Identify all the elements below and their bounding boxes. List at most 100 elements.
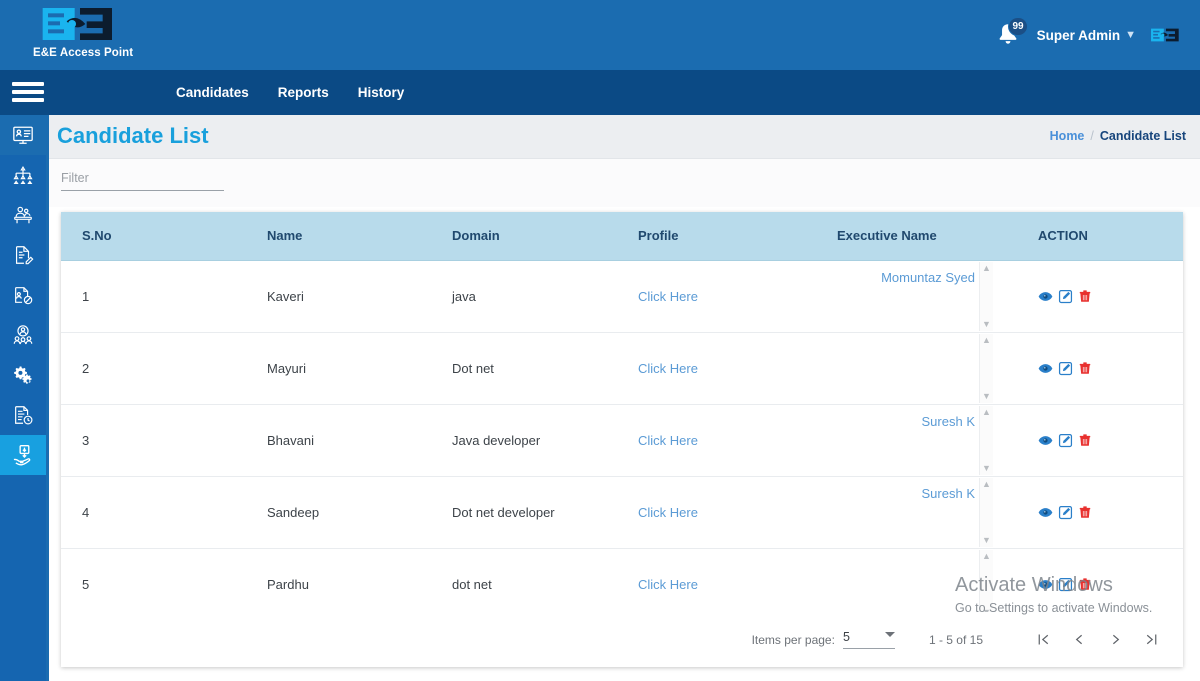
- cell-executive-name: Suresh K ▲ ▼: [801, 476, 993, 549]
- page-header: Candidate List Home / Candidate List: [49, 115, 1200, 159]
- cell-name: Sandeep: [246, 476, 431, 549]
- view-button[interactable]: [1038, 433, 1053, 448]
- chevron-down-icon: ▼: [1125, 29, 1136, 41]
- delete-button[interactable]: [1078, 433, 1092, 448]
- edit-button[interactable]: [1058, 361, 1073, 376]
- row-action-buttons: [1038, 361, 1183, 376]
- column-header-executive-name: Executive Name: [801, 212, 993, 261]
- user-name-label: Super Admin: [1036, 27, 1121, 43]
- caret-up-icon[interactable]: ▲: [982, 479, 991, 489]
- previous-page-button[interactable]: [1061, 622, 1097, 658]
- trash-icon: [1079, 361, 1091, 374]
- cell-action: [993, 260, 1183, 333]
- items-per-page-select[interactable]: 5: [842, 630, 895, 649]
- column-header-sno: S.No: [61, 212, 246, 261]
- table-body: 1 Kaveri java Click Here Momuntaz Syed ▲ ▼ 2 May…: [61, 260, 1183, 621]
- main-navigation-bar: Candidates Reports History: [0, 70, 1200, 115]
- profile-click-here-link[interactable]: Click Here: [638, 505, 698, 520]
- edit-button[interactable]: [1058, 433, 1073, 448]
- breadcrumb-current: Candidate List: [1099, 129, 1186, 143]
- nav-link-history[interactable]: History: [358, 85, 405, 100]
- document-clock-icon: [15, 406, 33, 425]
- executive-cell-scrollbar[interactable]: ▲▼: [979, 549, 993, 619]
- cell-executive-name: Suresh K ▲ ▼: [801, 404, 993, 477]
- column-header-domain: Domain: [431, 212, 617, 261]
- caret-down-icon[interactable]: ▼: [982, 463, 991, 473]
- sidebar-item-settings[interactable]: [0, 355, 46, 395]
- delete-button[interactable]: [1078, 361, 1092, 376]
- row-action-buttons: [1038, 289, 1183, 304]
- edit-button[interactable]: [1058, 505, 1073, 520]
- view-button[interactable]: [1038, 289, 1053, 304]
- caret-up-icon[interactable]: ▲: [982, 551, 991, 561]
- sidebar-item-employee-desk[interactable]: [0, 195, 46, 235]
- column-header-profile: Profile: [617, 212, 801, 261]
- sidebar-item-people-group[interactable]: [0, 315, 46, 355]
- settings-gears-icon: [13, 366, 32, 384]
- document-edit-icon: [15, 246, 34, 265]
- table-row: 1 Kaveri java Click Here Momuntaz Syed ▲ ▼: [61, 260, 1183, 333]
- delete-button[interactable]: [1078, 577, 1092, 592]
- column-header-name: Name: [246, 212, 431, 261]
- cell-executive-name: Momuntaz Syed ▲ ▼: [801, 260, 993, 333]
- view-button[interactable]: [1038, 577, 1053, 592]
- trash-icon: [1079, 289, 1091, 302]
- last-page-button[interactable]: [1133, 622, 1169, 658]
- next-page-button[interactable]: [1097, 622, 1133, 658]
- view-button[interactable]: [1038, 505, 1053, 520]
- profile-click-here-link[interactable]: Click Here: [638, 577, 698, 592]
- user-menu[interactable]: Super Admin ▼: [1037, 28, 1136, 43]
- caret-up-icon[interactable]: ▲: [982, 263, 991, 273]
- edit-pencil-icon: [1058, 289, 1073, 303]
- edit-button[interactable]: [1058, 577, 1073, 592]
- executive-name-label: [802, 549, 980, 558]
- cell-sno: 4: [61, 476, 246, 549]
- filter-input[interactable]: [61, 171, 224, 191]
- nav-link-reports[interactable]: Reports: [278, 85, 329, 100]
- user-avatar-logo-icon[interactable]: [1150, 21, 1184, 49]
- executive-cell-scrollbar[interactable]: ▲▼: [979, 261, 993, 331]
- employee-desk-icon: [14, 206, 32, 224]
- sidebar-item-document-block[interactable]: [0, 275, 46, 315]
- cell-domain: java: [431, 260, 617, 333]
- executive-cell-scrollbar[interactable]: ▲▼: [979, 477, 993, 547]
- cell-action: [993, 332, 1183, 405]
- cell-sno: 1: [61, 260, 246, 333]
- view-button[interactable]: [1038, 361, 1053, 376]
- breadcrumb: Home / Candidate List: [1050, 129, 1186, 143]
- delete-button[interactable]: [1078, 289, 1092, 304]
- caret-down-icon[interactable]: ▼: [982, 391, 991, 401]
- caret-down-icon[interactable]: ▼: [982, 319, 991, 329]
- profile-click-here-link[interactable]: Click Here: [638, 361, 698, 376]
- executive-cell-scrollbar[interactable]: ▲▼: [979, 333, 993, 403]
- edit-button[interactable]: [1058, 289, 1073, 304]
- executive-name-label: Suresh K: [921, 413, 975, 429]
- caret-up-icon[interactable]: ▲: [982, 407, 991, 417]
- brand-logo-block[interactable]: E&E Access Point: [33, 4, 133, 59]
- caret-up-icon[interactable]: ▲: [982, 335, 991, 345]
- sidebar-item-candidate-intake[interactable]: [0, 435, 46, 475]
- first-page-button[interactable]: [1025, 622, 1061, 658]
- executive-cell-scrollbar[interactable]: ▲▼: [979, 405, 993, 475]
- row-action-buttons: [1038, 433, 1183, 448]
- delete-button[interactable]: [1078, 505, 1092, 520]
- items-per-page-value: 5: [842, 630, 850, 644]
- hamburger-menu-icon[interactable]: [12, 79, 44, 105]
- sidebar-item-dashboard[interactable]: [0, 115, 46, 155]
- profile-click-here-link[interactable]: Click Here: [638, 433, 698, 448]
- trash-icon: [1079, 505, 1091, 518]
- notification-count-badge: 99: [1008, 17, 1028, 36]
- sidebar-item-document-edit[interactable]: [0, 235, 46, 275]
- sidebar-item-org-hierarchy[interactable]: [0, 155, 46, 195]
- cell-domain: dot net: [431, 548, 617, 621]
- brand-name-label: E&E Access Point: [33, 47, 134, 59]
- caret-down-icon[interactable]: ▼: [982, 535, 991, 545]
- sidebar-item-document-history[interactable]: [0, 395, 46, 435]
- breadcrumb-home-link[interactable]: Home: [1050, 129, 1085, 143]
- profile-click-here-link[interactable]: Click Here: [638, 289, 698, 304]
- header-right-controls: 99 Super Admin ▼: [995, 0, 1184, 70]
- nav-link-candidates[interactable]: Candidates: [176, 85, 249, 100]
- notifications-button[interactable]: 99: [995, 17, 1028, 49]
- ee-access-point-logo-icon: [42, 8, 113, 40]
- cell-executive-name: ▲▼: [801, 332, 993, 405]
